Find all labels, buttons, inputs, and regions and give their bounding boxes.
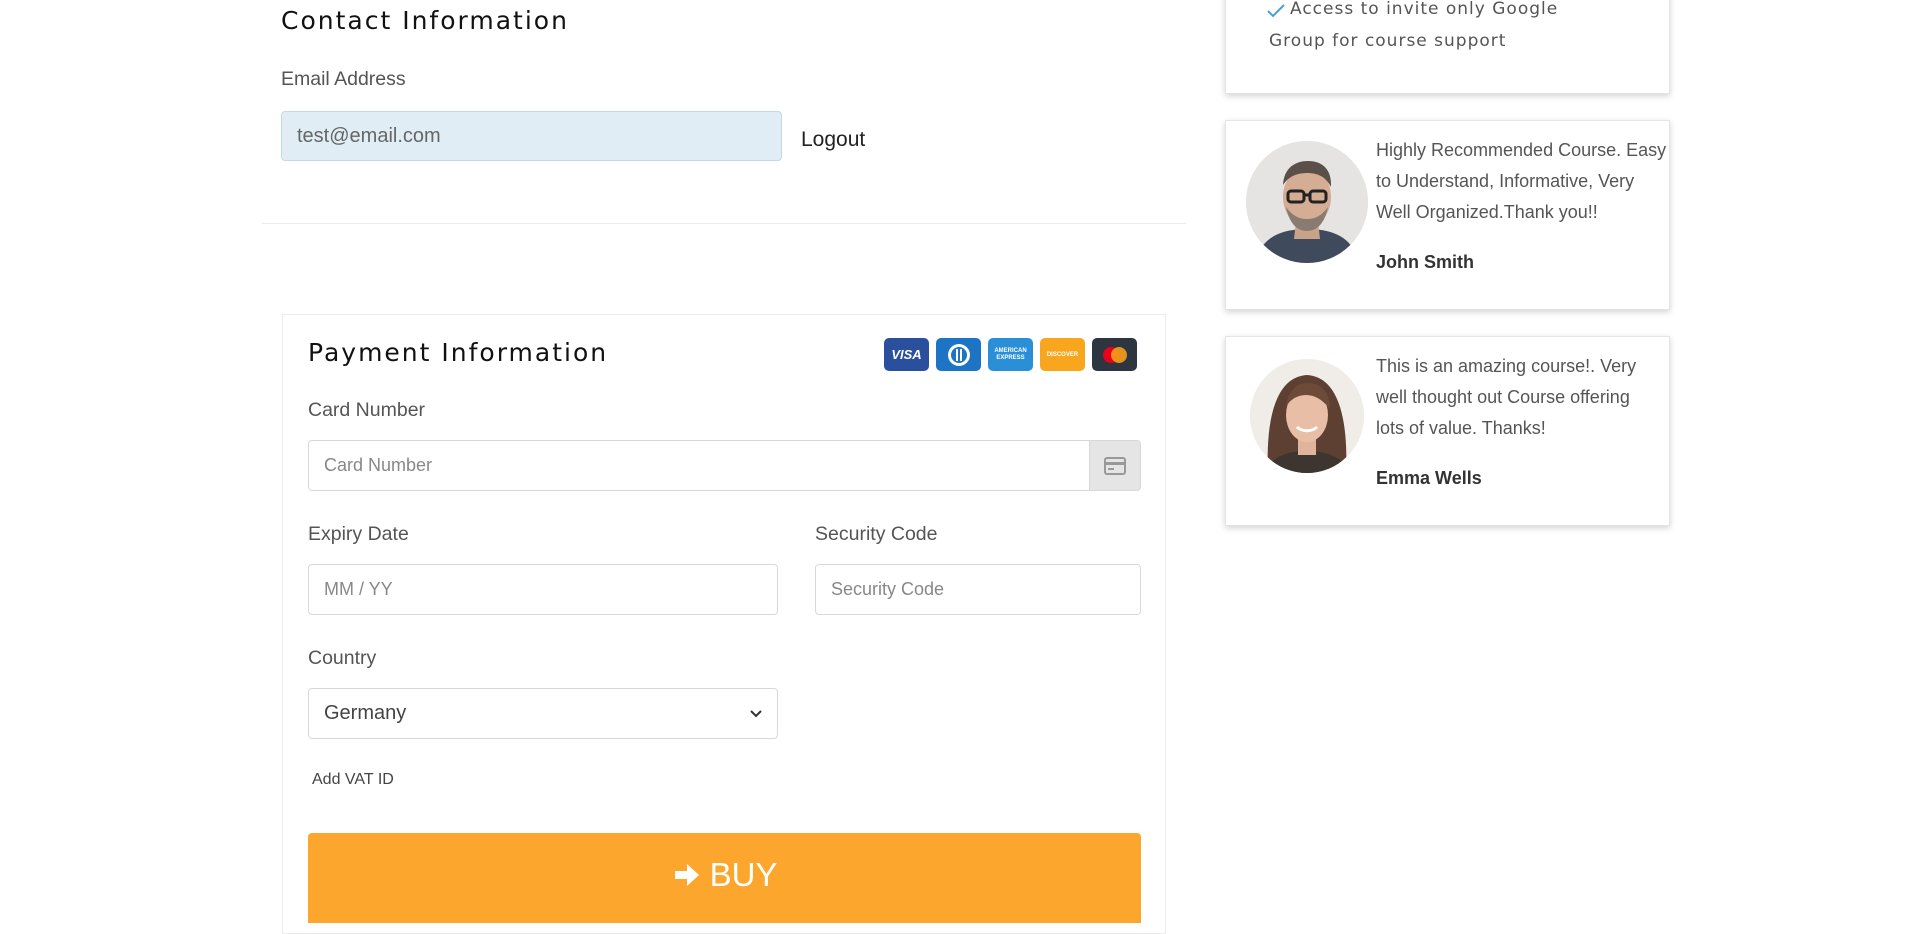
discover-icon: DISCOVER (1040, 338, 1085, 371)
credit-card-icon (1104, 456, 1126, 475)
expiry-date-input[interactable]: MM / YY (308, 564, 778, 615)
testimonial-1-line-2: to Understand, Informative, Very (1376, 171, 1635, 191)
section-divider (262, 223, 1186, 224)
card-number-input[interactable]: Card Number (308, 440, 1090, 491)
testimonial-card-2: This is an amazing course!. Very well th… (1225, 336, 1670, 526)
testimonial-1-line-1: Highly Recommended Course. Easy (1376, 140, 1667, 160)
avatar-john-smith (1246, 141, 1368, 263)
chevron-down-icon (750, 709, 762, 717)
contact-section-title: Contact Information (281, 6, 569, 35)
expiry-date-label: Expiry Date (308, 523, 409, 545)
feature-line-1: Access to invite only Google (1290, 0, 1559, 19)
features-card: Access to invite only Google Group for c… (1225, 0, 1670, 94)
american-express-icon: AMERICAN EXPRESS (988, 338, 1033, 371)
logout-link[interactable]: Logout (801, 128, 865, 152)
diners-club-icon (936, 338, 981, 371)
testimonial-2-line-1: This is an amazing course!. Very (1376, 356, 1637, 376)
testimonial-1-line-3: Well Organized.Thank you!! (1376, 202, 1598, 222)
buy-button[interactable]: BUY (308, 833, 1141, 923)
card-number-label: Card Number (308, 399, 426, 421)
security-code-input[interactable]: Security Code (815, 564, 1141, 615)
visa-icon: VISA (884, 338, 929, 371)
testimonial-2-line-3: lots of value. Thanks! (1376, 418, 1546, 438)
accepted-cards: VISA AMERICAN EXPRESS DISCOVER (884, 338, 1139, 372)
add-vat-id-link[interactable]: Add VAT ID (312, 771, 394, 789)
security-code-label: Security Code (815, 523, 938, 545)
email-label: Email Address (281, 68, 406, 90)
avatar-emma-wells (1250, 359, 1364, 473)
country-label: Country (308, 647, 377, 669)
payment-section-title: Payment Information (308, 338, 609, 367)
testimonial-2-line-2: well thought out Course offering (1376, 387, 1630, 407)
testimonial-2-author: Emma Wells (1376, 468, 1482, 488)
testimonial-card-1: Highly Recommended Course. Easy to Under… (1225, 120, 1670, 310)
checkmark-icon (1267, 4, 1285, 18)
feature-line-2: Group for course support (1269, 31, 1507, 51)
testimonial-1-author: John Smith (1376, 252, 1474, 272)
card-addon (1089, 440, 1141, 491)
email-field[interactable]: test@email.com (281, 111, 782, 161)
mastercard-icon (1092, 338, 1137, 371)
arrow-right-icon (674, 864, 699, 886)
country-selected-value: Germany (324, 702, 407, 724)
country-select[interactable]: Germany (308, 688, 778, 739)
